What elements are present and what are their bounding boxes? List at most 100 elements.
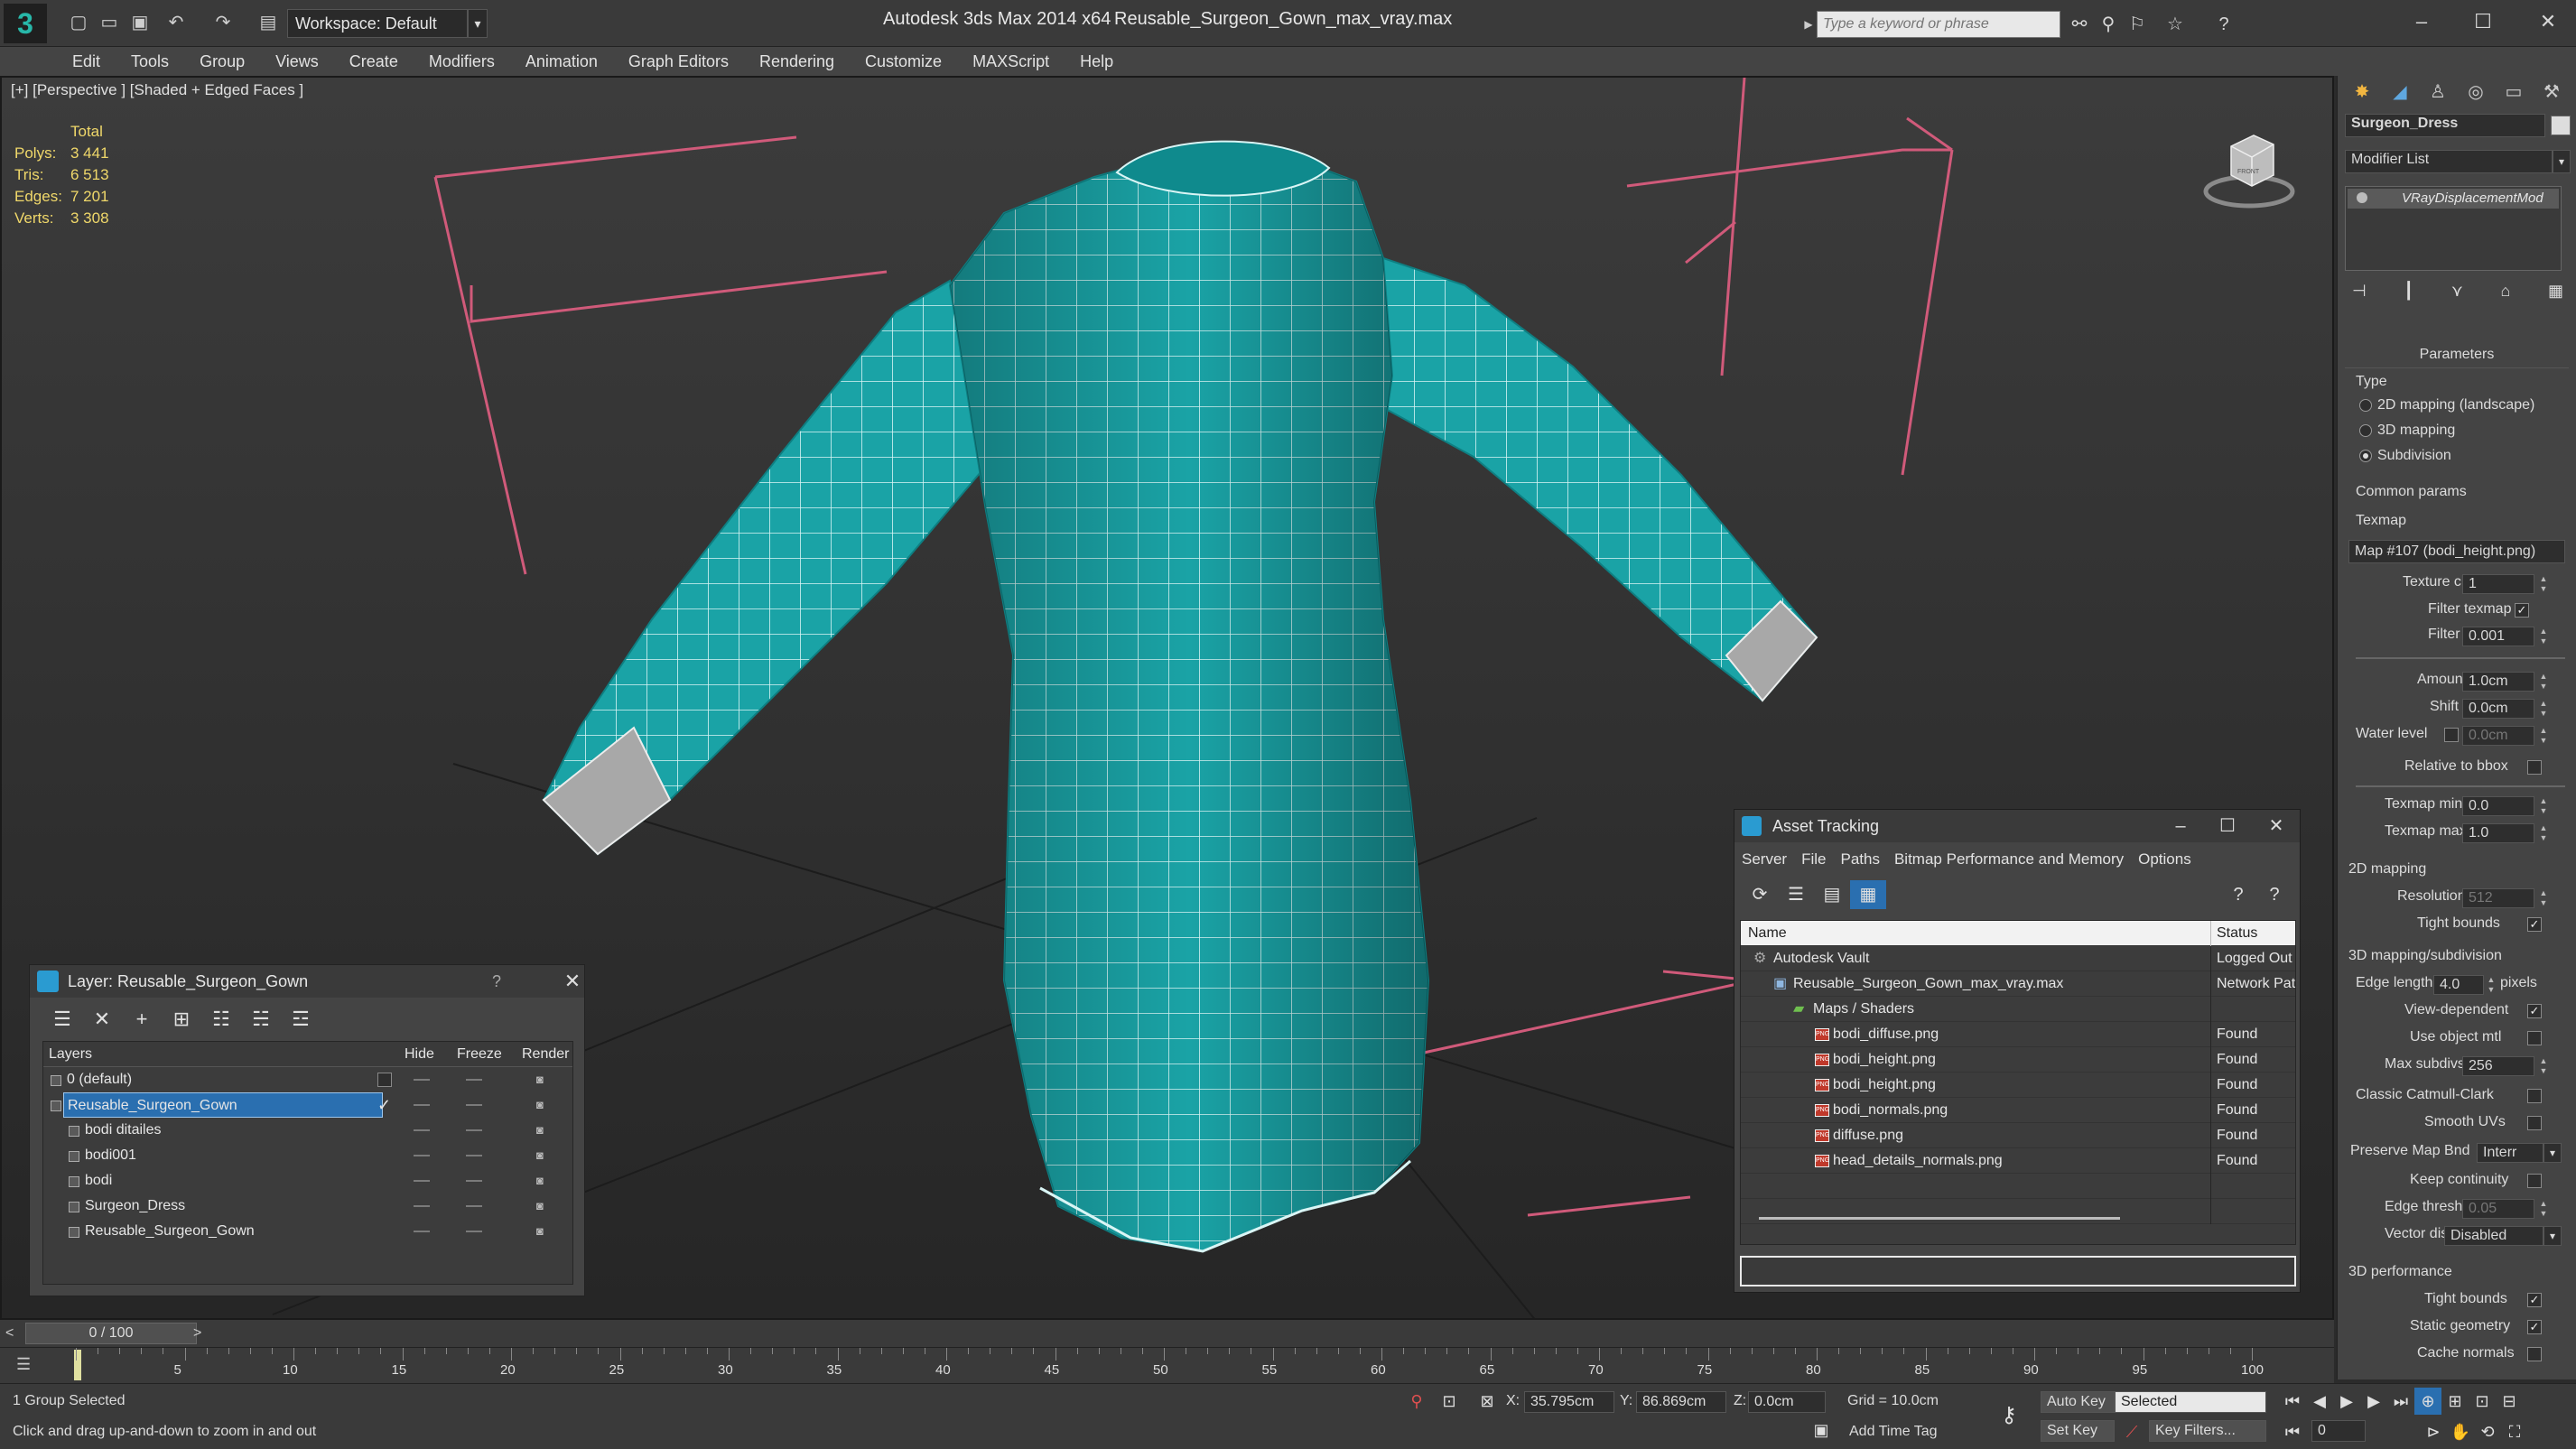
shift-input[interactable]: 0.0cm bbox=[2462, 699, 2534, 719]
list-view-icon[interactable]: ☰ bbox=[1778, 880, 1814, 909]
configure-sets-icon[interactable]: ▦ bbox=[2548, 282, 2563, 305]
water-level-checkbox[interactable] bbox=[2444, 728, 2459, 742]
render-teapot-icon[interactable]: ◙ bbox=[536, 1200, 551, 1212]
track-bar[interactable]: ☰ 5 10 15 20 25 30 35 40 45 50 55 60 65 70 75 80 85 90 95 1… bbox=[0, 1347, 2334, 1383]
binoculars-icon[interactable]: ⚯ bbox=[2068, 13, 2091, 36]
vector-displ-dropdown[interactable]: Disabled bbox=[2444, 1226, 2543, 1246]
x-coordinate-input[interactable]: 35.795cm bbox=[1524, 1391, 1614, 1413]
key-mode-icon[interactable]: ⏮ bbox=[2279, 1418, 2306, 1445]
col-hide[interactable]: Hide bbox=[405, 1042, 434, 1067]
modify-tab-icon[interactable]: ◢ bbox=[2381, 76, 2419, 108]
col-status[interactable]: Status bbox=[2210, 921, 2295, 946]
y-coordinate-input[interactable]: 86.869cm bbox=[1636, 1391, 1726, 1413]
menu-modifiers[interactable]: Modifiers bbox=[429, 52, 495, 71]
asset-menu-bitmap-performance[interactable]: Bitmap Performance and Memory bbox=[1894, 850, 2124, 868]
isolate-pin-icon[interactable]: ⚲ bbox=[1403, 1388, 1430, 1415]
viewcube-icon[interactable]: FRONT bbox=[2199, 119, 2299, 218]
chevron-down-icon[interactable]: ▾ bbox=[2543, 1143, 2562, 1163]
hide-toggle[interactable] bbox=[414, 1205, 430, 1207]
type-2d-radio[interactable] bbox=[2359, 399, 2372, 412]
time-slider-next[interactable]: > bbox=[193, 1324, 211, 1343]
use-object-mtl-checkbox[interactable] bbox=[2527, 1031, 2542, 1045]
help-icon[interactable]: ? bbox=[2212, 13, 2236, 36]
minimize-icon[interactable]: – bbox=[2396, 5, 2447, 38]
absolute-mode-icon[interactable]: ⊠ bbox=[1474, 1388, 1501, 1415]
parameters-rollout[interactable]: Parameters bbox=[2345, 347, 2569, 368]
spinner-icon[interactable]: ▲ ▼ bbox=[2538, 574, 2549, 594]
hide-toggle[interactable] bbox=[414, 1104, 430, 1106]
asset-row[interactable]: PNG bodi_height.png Found bbox=[1741, 1073, 2295, 1098]
pin-stack-icon[interactable]: ⊣ bbox=[2352, 282, 2367, 305]
view-dependent-checkbox[interactable]: ✓ bbox=[2527, 1004, 2542, 1018]
refresh-icon[interactable]: ⟳ bbox=[1742, 880, 1778, 909]
assistant-icon[interactable]: ? bbox=[2220, 880, 2256, 909]
preserve-map-bnd-dropdown[interactable]: Interr bbox=[2477, 1143, 2543, 1163]
texmap-max-input[interactable]: 1.0 bbox=[2462, 823, 2534, 843]
spinner-icon[interactable]: ▲ ▼ bbox=[2538, 796, 2549, 816]
current-frame-input[interactable]: 0 bbox=[2311, 1420, 2366, 1442]
keep-continuity-checkbox[interactable] bbox=[2527, 1174, 2542, 1188]
texture-chan-input[interactable]: 1 bbox=[2462, 574, 2534, 594]
delete-layer-icon[interactable]: ✕ bbox=[82, 1003, 122, 1036]
spinner-icon[interactable]: ▲ ▼ bbox=[2538, 699, 2549, 719]
undo-icon[interactable]: ↶ bbox=[163, 9, 190, 36]
spinner-icon[interactable]: ▲ ▼ bbox=[2538, 823, 2549, 843]
go-to-end-icon[interactable]: ⏭ bbox=[2387, 1388, 2414, 1415]
new-file-icon[interactable]: ▢ bbox=[65, 9, 92, 36]
freeze-toggle[interactable] bbox=[466, 1079, 482, 1081]
layer-row[interactable]: Reusable_Surgeon_Gown ◙ bbox=[43, 1219, 572, 1244]
asset-row[interactable]: PNG diffuse.png Found bbox=[1741, 1123, 2295, 1148]
time-slider-thumb[interactable]: 0 / 100 bbox=[25, 1323, 197, 1344]
layer-row[interactable]: bodi ◙ bbox=[43, 1168, 572, 1194]
zoom-extents-icon[interactable]: ⊡ bbox=[2469, 1388, 2496, 1415]
chevron-down-icon[interactable]: ▾ bbox=[2553, 150, 2571, 173]
freeze-toggle[interactable] bbox=[466, 1129, 482, 1131]
hierarchy-tab-icon[interactable]: ♙ bbox=[2419, 76, 2457, 108]
add-time-tag-button[interactable]: Add Time Tag bbox=[1849, 1424, 1938, 1440]
spinner-icon[interactable]: ▲ ▼ bbox=[2538, 1056, 2549, 1076]
viewport-label[interactable]: [+] [Perspective ] [Shaded + Edged Faces… bbox=[11, 81, 303, 99]
maximize-icon[interactable]: ☐ bbox=[2458, 5, 2508, 38]
col-render[interactable]: Render bbox=[522, 1042, 569, 1067]
favorites-star-icon[interactable]: ☆ bbox=[2163, 13, 2187, 36]
smooth-uvs-checkbox[interactable] bbox=[2527, 1116, 2542, 1130]
make-unique-icon[interactable]: ⋎ bbox=[2451, 282, 2463, 305]
key-filters-button[interactable]: Key Filters... bbox=[2149, 1420, 2266, 1442]
chevron-down-icon[interactable]: ▾ bbox=[2543, 1226, 2562, 1246]
layer-row[interactable]: Reusable_Surgeon_Gown ✓ ◙ bbox=[43, 1092, 572, 1118]
type-subdivision-radio[interactable] bbox=[2359, 450, 2372, 462]
communication-icon[interactable]: ⚐ bbox=[2125, 13, 2149, 36]
asset-row[interactable]: ▣ Reusable_Surgeon_Gown_max_vray.max Netwo… bbox=[1741, 971, 2295, 997]
layer-row[interactable]: bodi001 ◙ bbox=[43, 1143, 572, 1168]
project-folder-icon[interactable]: ▤ bbox=[255, 9, 282, 36]
mini-curve-editor-icon[interactable]: ☰ bbox=[16, 1355, 40, 1377]
menu-group[interactable]: Group bbox=[200, 52, 245, 71]
spinner-icon[interactable]: ▲ ▼ bbox=[2538, 1199, 2549, 1219]
menu-graph-editors[interactable]: Graph Editors bbox=[628, 52, 729, 71]
maximize-viewport-icon[interactable]: ⛶ bbox=[2501, 1418, 2528, 1445]
active-layer-check-icon[interactable]: ✓ bbox=[377, 1092, 391, 1118]
asset-path-field[interactable] bbox=[1740, 1256, 2296, 1286]
chevron-down-icon[interactable]: ▾ bbox=[468, 9, 488, 38]
add-to-layer-icon[interactable]: + bbox=[122, 1003, 162, 1036]
freeze-toggle[interactable] bbox=[466, 1180, 482, 1182]
menu-rendering[interactable]: Rendering bbox=[759, 52, 834, 71]
time-slider[interactable]: < 0 / 100 > bbox=[0, 1320, 2334, 1347]
redo-icon[interactable]: ↷ bbox=[209, 9, 237, 36]
cache-normals-checkbox[interactable] bbox=[2527, 1347, 2542, 1361]
spinner-icon[interactable]: ▲ ▼ bbox=[2486, 975, 2497, 995]
close-button[interactable]: ✕ bbox=[559, 965, 586, 998]
layer-row[interactable]: Surgeon_Dress ◙ bbox=[43, 1194, 572, 1219]
hide-toggle[interactable] bbox=[414, 1180, 430, 1182]
play-icon[interactable]: ▶ bbox=[2333, 1388, 2360, 1415]
amount-input[interactable]: 1.0cm bbox=[2462, 672, 2534, 692]
open-file-icon[interactable]: ▭ bbox=[96, 9, 123, 36]
resolution-input[interactable]: 512 bbox=[2462, 888, 2534, 908]
freeze-toggle[interactable] bbox=[466, 1231, 482, 1232]
edge-thresh-input[interactable]: 0.05 bbox=[2462, 1199, 2534, 1219]
highlight-layer-icon[interactable]: ☷ bbox=[201, 1003, 241, 1036]
close-icon[interactable]: ✕ bbox=[2253, 810, 2300, 842]
render-teapot-icon[interactable]: ◙ bbox=[536, 1175, 551, 1186]
zoom-extents-all-icon[interactable]: ⊟ bbox=[2496, 1388, 2523, 1415]
freeze-toggle[interactable] bbox=[466, 1155, 482, 1156]
